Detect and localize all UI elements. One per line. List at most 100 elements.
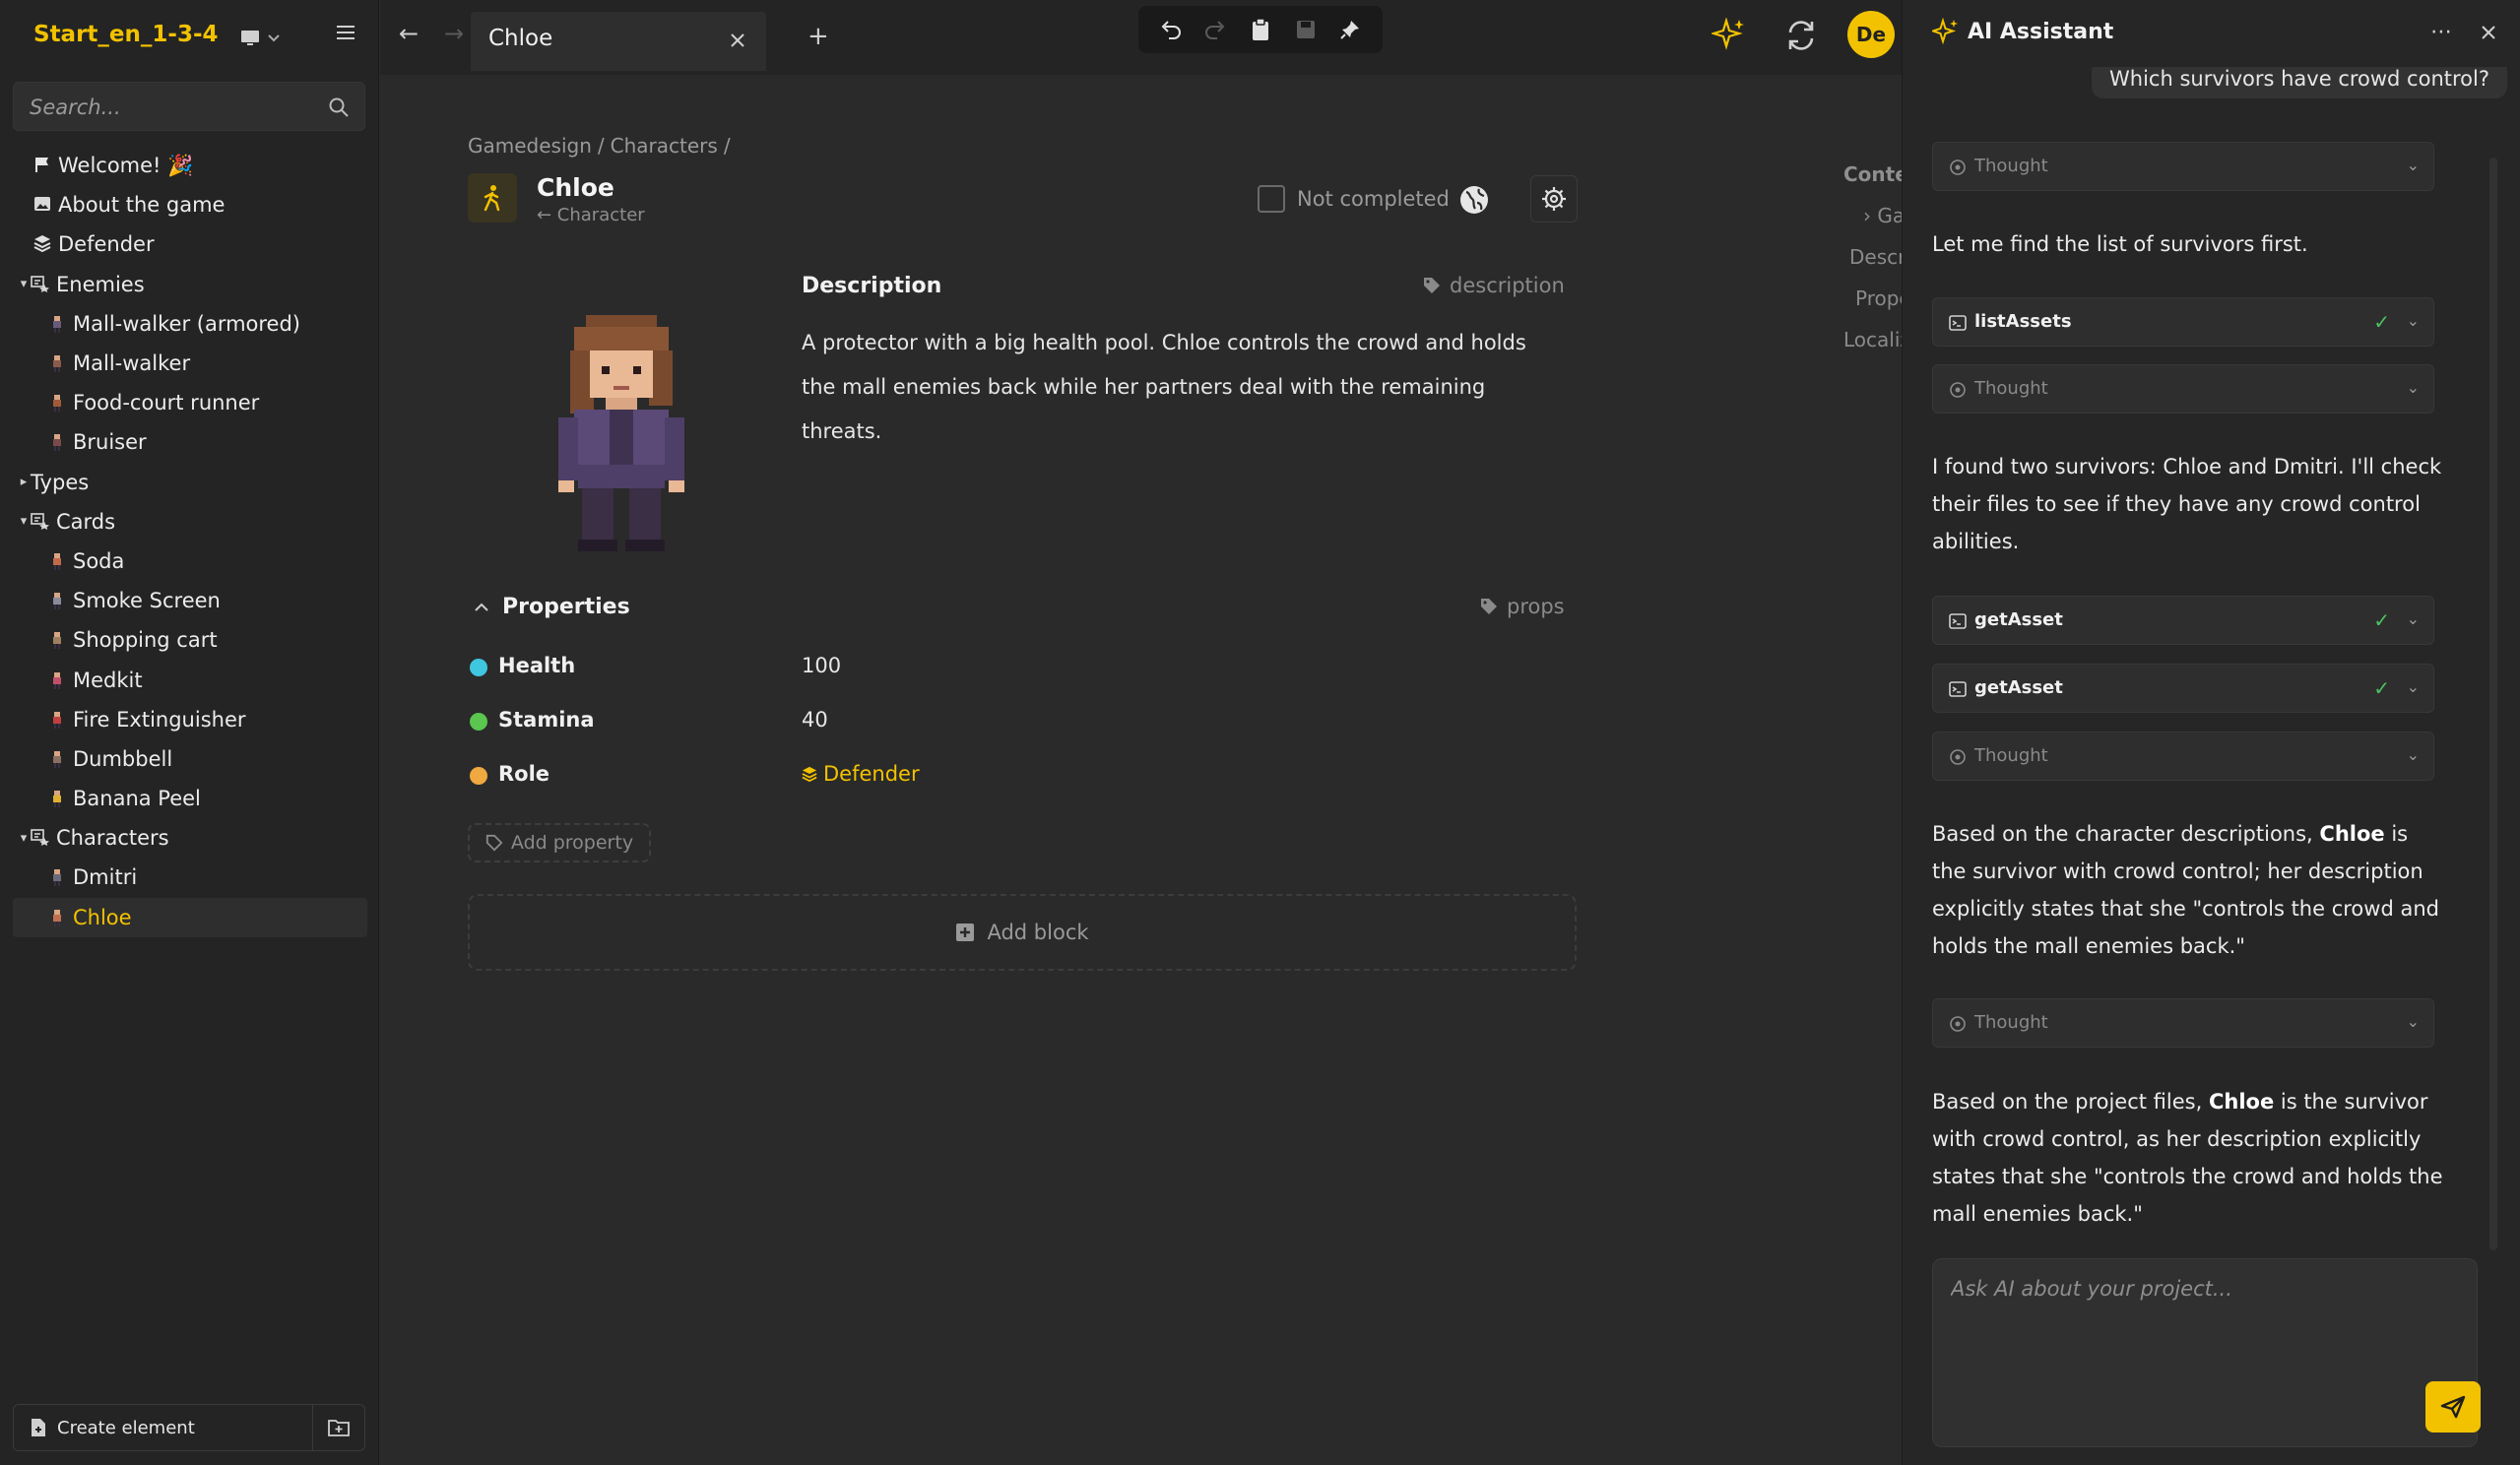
tree-item[interactable]: Food-court runner [13,383,367,422]
tree-item[interactable]: ▾ Characters [13,818,367,858]
caret-down-icon[interactable]: ▾ [17,514,31,529]
tree-item[interactable]: Dumbbell [13,739,367,779]
tree-item[interactable]: ▾ Cards [13,502,367,541]
tree-item[interactable]: About the game [13,185,367,224]
tree-item[interactable]: Defender [13,224,367,264]
globe-icon[interactable] [1457,183,1491,217]
chevron-down-icon [268,34,280,42]
description-tag[interactable]: description [1422,274,1565,297]
tab-label: Chloe [488,26,553,51]
forward-arrow-icon[interactable]: → [439,20,469,49]
layers-icon [32,234,52,254]
tool-call-getasset[interactable]: getAsset ✓ ⌄ [1932,596,2434,645]
clipboard-button[interactable] [1248,17,1273,42]
tree-item[interactable]: Shopping cart [13,620,367,660]
undo-button[interactable] [1158,17,1184,42]
sprite-icon [49,432,65,452]
view-mode-dropdown[interactable] [240,24,301,53]
properties-toggle[interactable]: Properties [475,595,630,619]
pin-button[interactable] [1337,17,1363,42]
tree-item[interactable]: Fire Extinguisher [13,700,367,739]
caret-down-icon[interactable]: ▾ [17,277,31,291]
tree-item[interactable]: Mall-walker (armored) [13,304,367,344]
thought-icon [1950,1016,1966,1032]
thought-toggle[interactable]: Thought ⌄ [1932,142,2434,191]
scrollbar[interactable] [2489,158,2497,1250]
close-icon[interactable] [727,30,748,51]
tab-chloe[interactable]: Chloe [471,12,766,71]
search-icon[interactable] [327,96,351,119]
chevron-down-icon: ⌄ [2406,378,2420,397]
tree-item-label: Medkit [73,668,143,692]
tree-item[interactable]: Dmitri [13,858,367,897]
new-tab-button[interactable]: + [808,22,829,51]
back-arrow-icon[interactable]: ← [394,20,423,49]
search-input[interactable] [30,93,315,122]
ai-sparkle-icon[interactable] [1712,18,1747,53]
completion-checkbox[interactable]: Not completed [1258,185,1450,213]
tree-item[interactable]: ▾ Enemies [13,265,367,304]
add-block-button[interactable]: Add block [468,894,1577,971]
tool-call-listassets[interactable]: listAssets ✓ ⌄ [1932,297,2434,347]
terminal-icon [1949,315,1967,331]
property-value-link[interactable]: Defender [802,762,920,786]
property-name[interactable]: Role [498,762,549,786]
property-value[interactable]: 40 [802,708,828,732]
caret-down-icon[interactable]: ▾ [17,831,31,846]
add-property-button[interactable]: Add property [468,823,651,862]
tree-item[interactable]: ▸ Types [13,463,367,502]
create-bar: Create element [13,1404,365,1451]
folder-icon [31,828,50,848]
redo-button[interactable] [1202,17,1228,42]
tree-item-label: Dmitri [73,865,138,890]
create-element-button[interactable]: Create element [14,1405,314,1450]
project-name[interactable]: Start_en_1-3-4 [33,22,219,47]
property-row[interactable]: Role Defender [468,756,1354,796]
sprite-icon [49,789,65,808]
tree-item[interactable]: Banana Peel [13,779,367,818]
property-row[interactable]: Health 100 [468,648,1354,687]
tree-item[interactable]: Medkit [13,660,367,699]
tree-item[interactable]: Mall-walker [13,344,367,383]
save-button[interactable] [1293,17,1319,42]
ai-prompt-input[interactable] [1951,1277,2443,1375]
breadcrumb-item[interactable]: Characters [611,134,718,158]
thought-toggle[interactable]: Thought ⌄ [1932,998,2434,1048]
property-value[interactable]: 100 [802,654,841,677]
property-color-dot [470,713,487,731]
tree-item-label: Smoke Screen [73,589,221,613]
property-color-dot [470,659,487,676]
thought-toggle[interactable]: Thought ⌄ [1932,364,2434,414]
thought-toggle[interactable]: Thought ⌄ [1932,732,2434,781]
tree-item[interactable]: Bruiser [13,422,367,462]
hamburger-menu-button[interactable] [335,22,362,53]
property-row[interactable]: Stamina 40 [468,702,1354,741]
close-icon[interactable] [2478,22,2499,43]
tree-item-label: Characters [56,826,169,851]
caret-right-icon[interactable]: ▸ [17,475,31,489]
tool-call-getasset[interactable]: getAsset ✓ ⌄ [1932,664,2434,713]
property-name[interactable]: Health [498,654,575,677]
send-icon [2440,1395,2466,1419]
more-options-icon[interactable]: ⋯ [2430,20,2452,44]
page-title[interactable]: Chloe [537,173,614,202]
asset-type-link[interactable]: ← Character [537,205,645,225]
settings-button[interactable] [1530,175,1578,223]
user-avatar[interactable]: De [1847,11,1895,58]
redo-icon [1205,21,1225,39]
create-folder-button[interactable] [313,1405,364,1450]
properties-tag[interactable]: props [1479,595,1565,618]
description-text[interactable]: A protector with a big health pool. Chlo… [802,321,1560,454]
add-block-label: Add block [987,921,1089,944]
sprite-icon [49,670,65,690]
tree-item[interactable]: Soda [13,541,367,581]
tree-item-label: Dumbbell [73,746,173,771]
tree-item[interactable]: Welcome! 🎉 [13,146,367,185]
breadcrumb-item[interactable]: Gamedesign [468,134,592,158]
checkbox-box[interactable] [1258,185,1285,213]
tree-item[interactable]: Chloe [13,897,367,937]
tree-item[interactable]: Smoke Screen [13,581,367,620]
send-button[interactable] [2425,1381,2481,1433]
sync-icon[interactable] [1782,17,1820,54]
property-name[interactable]: Stamina [498,708,595,732]
